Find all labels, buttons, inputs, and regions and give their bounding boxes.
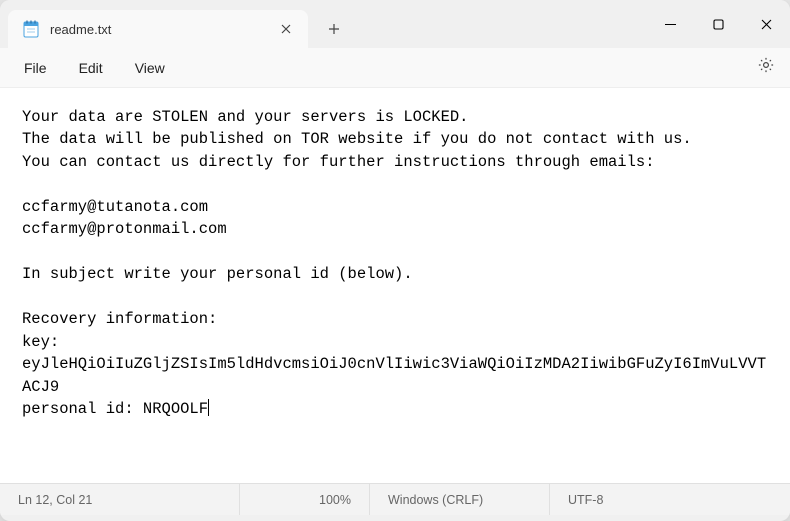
window-controls [646,0,790,48]
minimize-button[interactable] [646,0,694,48]
text-cursor [208,399,209,416]
titlebar: readme.txt [0,0,790,48]
maximize-button[interactable] [694,0,742,48]
status-line-ending[interactable]: Windows (CRLF) [370,484,550,515]
settings-button[interactable] [750,52,782,84]
gear-icon [757,56,775,79]
app-window: readme.txt File Edit View [0,0,790,521]
new-tab-button[interactable] [316,12,352,46]
menu-view[interactable]: View [119,54,181,82]
menu-edit[interactable]: Edit [63,54,119,82]
tab-active[interactable]: readme.txt [8,10,308,48]
status-cursor-position[interactable]: Ln 12, Col 21 [0,484,240,515]
close-button[interactable] [742,0,790,48]
text-editor[interactable]: Your data are STOLEN and your servers is… [0,88,790,483]
document-body: Your data are STOLEN and your servers is… [22,108,766,418]
titlebar-draggable[interactable] [352,0,646,48]
tab-strip: readme.txt [0,0,352,48]
statusbar: Ln 12, Col 21 100% Windows (CRLF) UTF-8 [0,483,790,515]
status-encoding[interactable]: UTF-8 [550,484,621,515]
notepad-icon [22,20,40,38]
menu-file[interactable]: File [8,54,63,82]
status-zoom[interactable]: 100% [240,484,370,515]
tab-title: readme.txt [50,22,276,37]
tab-close-button[interactable] [276,19,296,39]
menubar: File Edit View [0,48,790,88]
